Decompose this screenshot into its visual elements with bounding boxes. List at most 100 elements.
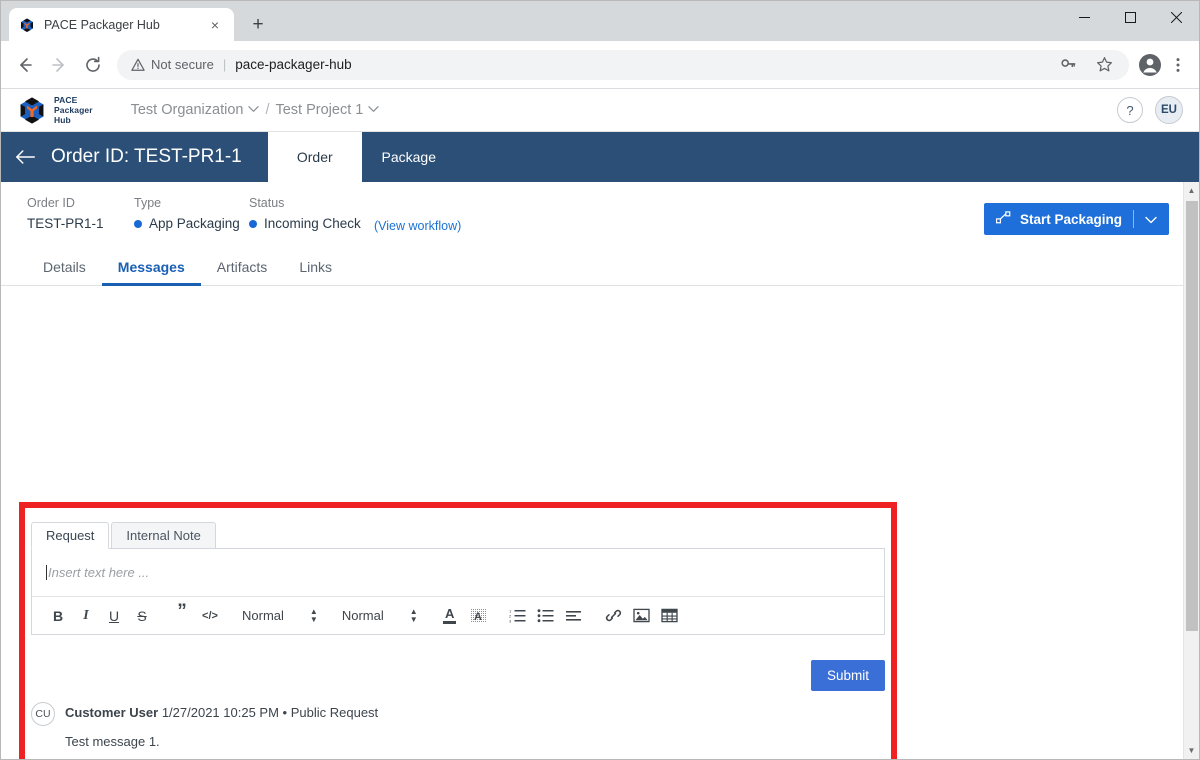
message-item: CU Customer User 1/27/2021 10:25 PM • Pu… (31, 702, 831, 759)
application-viewport: PACE Packager Hub Test Organization / Te… (1, 89, 1199, 759)
pace-cube-icon (21, 18, 33, 32)
maximize-icon (1124, 11, 1136, 23)
view-workflow-link[interactable]: (View workflow) (374, 219, 461, 233)
browser-tab-strip: PACE Packager Hub × + (1, 1, 1199, 41)
strikethrough-button[interactable]: S (128, 602, 156, 630)
close-button[interactable] (1153, 1, 1199, 33)
message-input[interactable]: Insert text here ... (32, 549, 884, 596)
blockquote-button[interactable]: ” (168, 602, 196, 630)
bullet-list-button[interactable] (532, 602, 560, 630)
kebab-menu-icon (1176, 57, 1180, 72)
message-body: Test message 1. PACE (31, 734, 831, 759)
minimize-button[interactable] (1061, 1, 1107, 33)
address-bar[interactable]: Not secure | pace-packager-hub (117, 49, 1129, 80)
tab-order[interactable]: Order (267, 132, 362, 182)
not-secure-indicator[interactable]: Not secure (131, 57, 214, 72)
browser-menu-button[interactable] (1165, 52, 1191, 78)
composer-tab-request[interactable]: Request (31, 522, 110, 549)
meta-type-value: App Packaging (149, 216, 240, 231)
composer-tabs: Request Internal Note (31, 521, 885, 549)
chevron-down-icon (368, 105, 380, 116)
italic-button[interactable]: I (72, 602, 100, 630)
underline-button[interactable]: U (100, 602, 128, 630)
tab-package[interactable]: Package (362, 132, 456, 182)
meta-status-value: Incoming Check (264, 216, 361, 231)
profile-button[interactable] (1137, 52, 1163, 78)
forward-button[interactable] (43, 49, 75, 81)
sub-tab-details[interactable]: Details (27, 251, 102, 285)
font-size-select[interactable]: Normal ▲ ▼ (236, 607, 324, 623)
image-icon (633, 608, 650, 623)
text-color-glyph: A (444, 606, 455, 622)
message-text: Test message 1. (65, 734, 160, 749)
bold-button[interactable]: B (44, 602, 72, 630)
composer-body: Insert text here ... B I U S ” </> Norma… (31, 548, 885, 635)
user-avatar[interactable]: EU (1155, 96, 1183, 124)
star-icon[interactable] (1091, 52, 1117, 78)
chevron-down-icon (248, 105, 260, 116)
new-tab-button[interactable]: + (244, 10, 272, 38)
tab-close-icon[interactable]: × (206, 16, 224, 34)
maximize-button[interactable] (1107, 1, 1153, 33)
breadcrumb-project-label: Test Project 1 (275, 102, 364, 118)
message-author: Customer User (65, 705, 159, 720)
omnibox-separator: | (222, 57, 227, 72)
vertical-scrollbar[interactable]: ▲ ▼ (1183, 182, 1199, 759)
brand-line-2: Packager (54, 104, 93, 115)
text-color-button[interactable]: A (436, 602, 464, 630)
scroll-up-button[interactable]: ▲ (1188, 182, 1196, 199)
app-logo[interactable]: PACE Packager Hub (17, 95, 93, 125)
message-composer: Request Internal Note Insert text here .… (31, 521, 885, 635)
button-divider (1133, 210, 1134, 228)
meta-type-value-wrap: App Packaging (134, 216, 249, 231)
not-secure-label: Not secure (151, 57, 214, 72)
chevron-down-icon[interactable] (1145, 212, 1157, 227)
sub-tab-artifacts[interactable]: Artifacts (201, 251, 284, 285)
header-actions: ? EU (1117, 96, 1183, 124)
highlight-icon: A (469, 608, 486, 623)
meta-type-label: Type (134, 196, 162, 210)
scroll-down-button[interactable]: ▼ (1188, 742, 1196, 759)
back-to-list-button[interactable] (1, 132, 51, 182)
sub-tab-links[interactable]: Links (283, 251, 348, 285)
align-button[interactable] (560, 602, 588, 630)
message-avatar: CU (31, 702, 55, 726)
help-button[interactable]: ? (1117, 97, 1143, 123)
key-icon[interactable] (1055, 52, 1081, 78)
link-button[interactable] (600, 602, 628, 630)
browser-tab[interactable]: PACE Packager Hub × (9, 8, 234, 41)
message-timestamp: 1/27/2021 10:25 PM (161, 705, 279, 720)
breadcrumb-organization-label: Test Organization (130, 102, 244, 118)
svg-text:A: A (474, 611, 482, 623)
submit-row: Submit (810, 660, 885, 691)
meta-order-id: Order ID TEST-PR1-1 (27, 196, 134, 231)
order-meta-row: Order ID TEST-PR1-1 Type App Packaging S… (1, 182, 1199, 235)
reload-button[interactable] (77, 49, 109, 81)
meta-type: Type App Packaging (134, 196, 249, 231)
table-button[interactable] (656, 602, 684, 630)
breadcrumb-organization[interactable]: Test Organization (131, 102, 260, 118)
breadcrumb-project[interactable]: Test Project 1 (275, 102, 380, 118)
browser-toolbar: Not secure | pace-packager-hub (1, 41, 1199, 89)
scrollbar-thumb[interactable] (1185, 201, 1198, 631)
composer-tab-internal-note[interactable]: Internal Note (111, 522, 216, 549)
back-button[interactable] (9, 49, 41, 81)
back-arrow-icon (16, 150, 35, 164)
app-header: PACE Packager Hub Test Organization / Te… (1, 89, 1199, 132)
meta-status-value-wrap: Incoming Check (249, 216, 371, 231)
content-area: Order ID TEST-PR1-1 Type App Packaging S… (1, 182, 1199, 759)
submit-button[interactable]: Submit (810, 660, 885, 691)
heading-select[interactable]: Normal ▲ ▼ (336, 607, 424, 623)
scrollbar-track[interactable] (1184, 199, 1200, 742)
highlight-color-button[interactable]: A (464, 602, 492, 630)
breadcrumb: Test Organization / Test Project 1 (131, 102, 380, 118)
order-header-bar: Order ID: TEST-PR1-1 Order Package (1, 132, 1199, 182)
start-packaging-button[interactable]: Start Packaging (983, 203, 1169, 235)
minimize-icon (1078, 16, 1090, 18)
brand-line-1: PACE (54, 94, 78, 105)
sub-tab-messages[interactable]: Messages (101, 251, 201, 286)
brand-line-3: Hub (54, 115, 71, 125)
ordered-list-button[interactable]: 1 2 3 (504, 602, 532, 630)
image-button[interactable] (628, 602, 656, 630)
code-button[interactable]: </> (196, 602, 224, 630)
